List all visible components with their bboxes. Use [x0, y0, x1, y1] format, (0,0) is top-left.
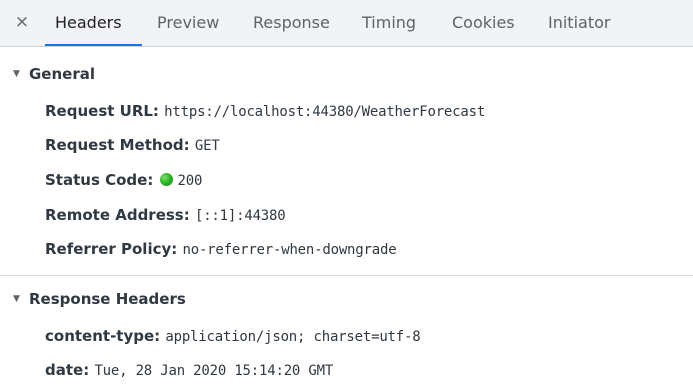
response-row-content-type: content-type: application/json; charset=… — [45, 325, 421, 347]
tab-preview[interactable]: Preview — [157, 13, 219, 33]
header-key: Referrer Policy: — [45, 240, 183, 258]
header-key: Status Code: — [45, 171, 159, 189]
response-headers-section-header[interactable]: ▼ Response Headers — [0, 285, 693, 313]
tab-initiator[interactable]: Initiator — [548, 13, 610, 33]
general-row-request-url: Request URL: https://localhost:44380/Wea… — [45, 100, 485, 122]
header-value: no-referrer-when-downgrade — [182, 242, 397, 258]
active-tab-indicator — [45, 44, 142, 46]
section-divider — [0, 275, 693, 276]
collapse-triangle-icon[interactable]: ▼ — [13, 293, 20, 305]
general-row-remote-address: Remote Address: [::1]:44380 — [45, 204, 286, 226]
general-section-header[interactable]: ▼ General — [0, 60, 693, 88]
header-value: 200 — [177, 173, 203, 189]
header-key: Remote Address: — [45, 206, 195, 224]
header-key: content-type: — [45, 327, 166, 345]
general-section-title: General — [29, 65, 95, 83]
close-icon[interactable]: × — [14, 12, 30, 32]
header-value: Tue, 28 Jan 2020 15:14:20 GMT — [94, 363, 334, 379]
tab-timing[interactable]: Timing — [362, 13, 416, 33]
general-row-referrer-policy: Referrer Policy: no-referrer-when-downgr… — [45, 238, 397, 260]
tab-response[interactable]: Response — [253, 13, 330, 33]
header-key: Request Method: — [45, 136, 195, 154]
general-row-request-method: Request Method: GET — [45, 134, 220, 156]
general-row-status-code: Status Code: 200 — [45, 169, 202, 191]
collapse-triangle-icon[interactable]: ▼ — [13, 68, 20, 80]
response-headers-section-title: Response Headers — [29, 290, 186, 308]
response-row-date: date: Tue, 28 Jan 2020 15:14:20 GMT — [45, 359, 333, 381]
header-key: Request URL: — [45, 102, 165, 120]
header-value: application/json; charset=utf-8 — [165, 329, 421, 345]
header-value: https://localhost:44380/WeatherForecast — [164, 104, 486, 120]
tab-cookies[interactable]: Cookies — [452, 13, 515, 33]
tab-headers[interactable]: Headers — [55, 13, 122, 33]
tab-bar: × Headers Preview Response Timing Cookie… — [0, 0, 693, 47]
header-value: GET — [194, 138, 220, 154]
header-key: date: — [45, 361, 95, 379]
header-value: [::1]:44380 — [194, 208, 286, 224]
status-success-icon — [159, 173, 173, 186]
